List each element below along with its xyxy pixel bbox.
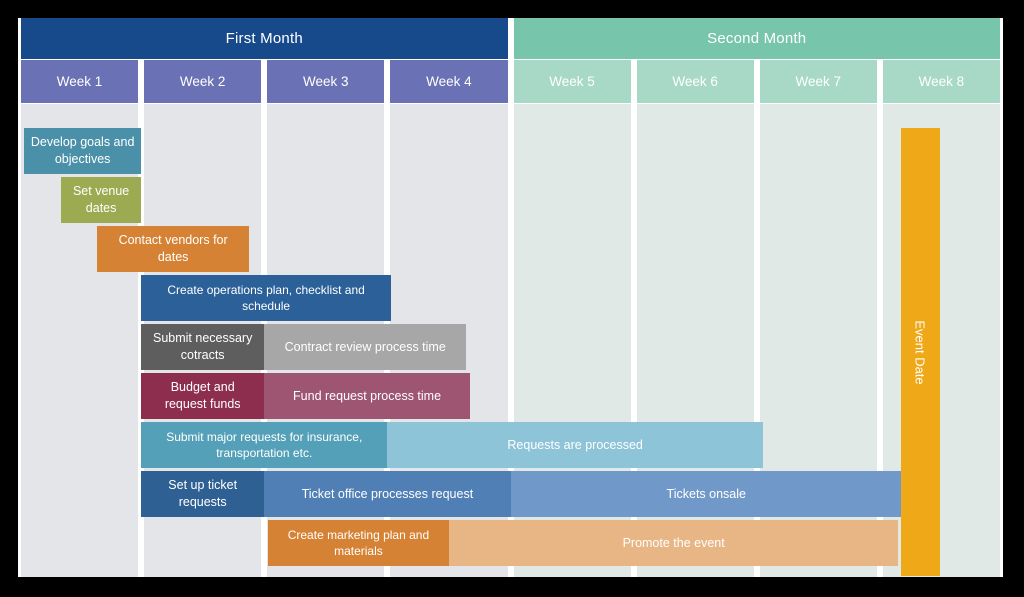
week-header-cell-1[interactable]: Week 1: [21, 60, 139, 103]
gantt-bar[interactable]: Requests are processed: [387, 422, 763, 468]
week-header-cell-3[interactable]: Week 3: [267, 60, 385, 103]
gantt-grid-body: Develop goals and objectives Set venue da…: [18, 104, 1003, 577]
week-header-row: Week 1 Week 2 Week 3 Week 4 Week 5 Week 6 Week…: [18, 60, 1003, 103]
event-date-label: Event Date: [912, 319, 928, 385]
gantt-bar[interactable]: Submit major requests for insurance, tra…: [141, 422, 388, 468]
gantt-bar[interactable]: Tickets onsale: [510, 471, 903, 517]
month-header-cell: Second Month: [513, 18, 1000, 59]
gantt-chart: First Month Second Month Week 1 Week 2 Week…: [18, 18, 1003, 577]
week-header-cell-2[interactable]: Week 2: [144, 60, 262, 103]
event-date-milestone-bar[interactable]: Event Date: [900, 128, 941, 576]
gantt-bar[interactable]: Promote the event: [448, 520, 899, 566]
gantt-bar[interactable]: Create marketing plan and materials: [267, 520, 449, 566]
gantt-bar[interactable]: Fund request process time: [264, 373, 470, 419]
month-header-cell: First Month: [21, 18, 508, 59]
gantt-bar[interactable]: Create operations plan, checklist and sc…: [141, 275, 392, 321]
week-header-cell-7[interactable]: Week 7: [759, 60, 877, 103]
week-header-cell-8[interactable]: Week 8: [882, 60, 1000, 103]
gantt-bar[interactable]: Set venue dates: [61, 177, 142, 223]
week-header-cell-4[interactable]: Week 4: [390, 60, 508, 103]
gantt-bar[interactable]: Budget and request funds: [141, 373, 265, 419]
gantt-bar[interactable]: Submit necessary cotracts: [141, 324, 265, 370]
week-header-cell-6[interactable]: Week 6: [636, 60, 754, 103]
gantt-bar[interactable]: Ticket office processes request: [264, 471, 511, 517]
gantt-bar[interactable]: Contract review process time: [264, 324, 467, 370]
gantt-bar[interactable]: Develop goals and objectives: [24, 128, 142, 174]
grid-column-1: [21, 104, 139, 577]
gantt-bar[interactable]: Set up ticket requests: [141, 471, 265, 517]
month-header-row: First Month Second Month: [18, 18, 1003, 59]
gantt-bar[interactable]: Contact vendors for dates: [96, 226, 250, 272]
week-header-cell-5[interactable]: Week 5: [513, 60, 631, 103]
